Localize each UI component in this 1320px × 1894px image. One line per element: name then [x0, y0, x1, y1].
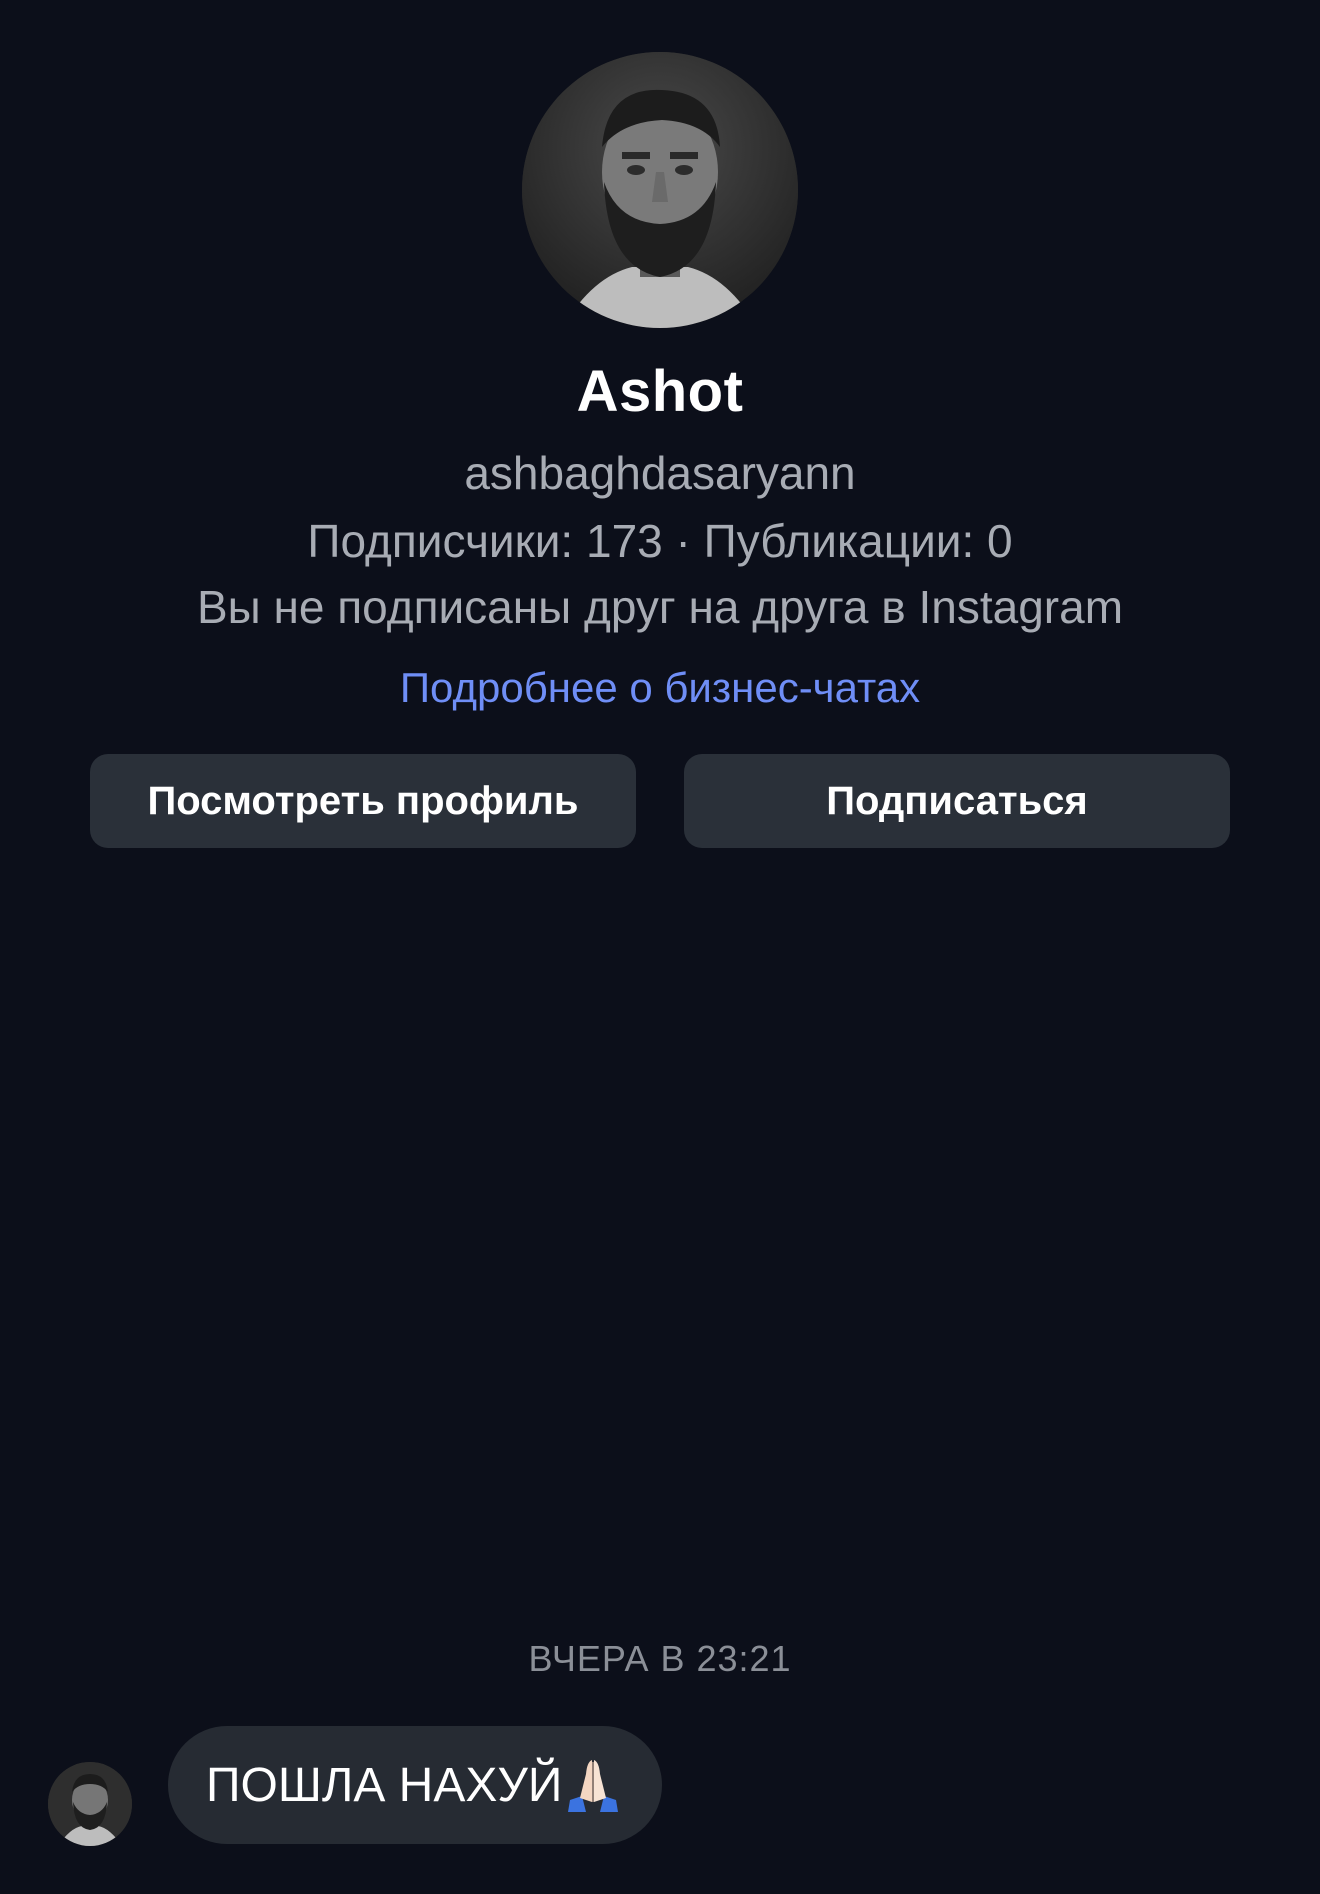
sender-photo-icon: [48, 1762, 132, 1846]
business-chats-link[interactable]: Подробнее о бизнес-чатах: [0, 664, 1320, 712]
profile-display-name: Ashot: [576, 359, 744, 424]
profile-stats: Подписчики: 173 · Публикации: 0: [307, 515, 1013, 567]
avatar-photo-icon: [522, 52, 798, 328]
view-profile-button[interactable]: Посмотреть профиль: [90, 754, 636, 848]
message-timestamp: ВЧЕРА В 23:21: [528, 1638, 792, 1679]
folded-hands-icon: [564, 1756, 622, 1814]
sender-avatar[interactable]: [48, 1762, 132, 1846]
profile-username: ashbaghdasaryann: [464, 447, 856, 499]
message-text: ПОШЛА НАХУЙ: [206, 1758, 563, 1812]
message-bubble[interactable]: ПОШЛА НАХУЙ: [168, 1726, 663, 1844]
follow-status-text: Вы не подписаны друг на друга в Instagra…: [196, 581, 1124, 633]
profile-avatar[interactable]: [522, 52, 798, 328]
follow-button[interactable]: Подписаться: [684, 754, 1230, 848]
